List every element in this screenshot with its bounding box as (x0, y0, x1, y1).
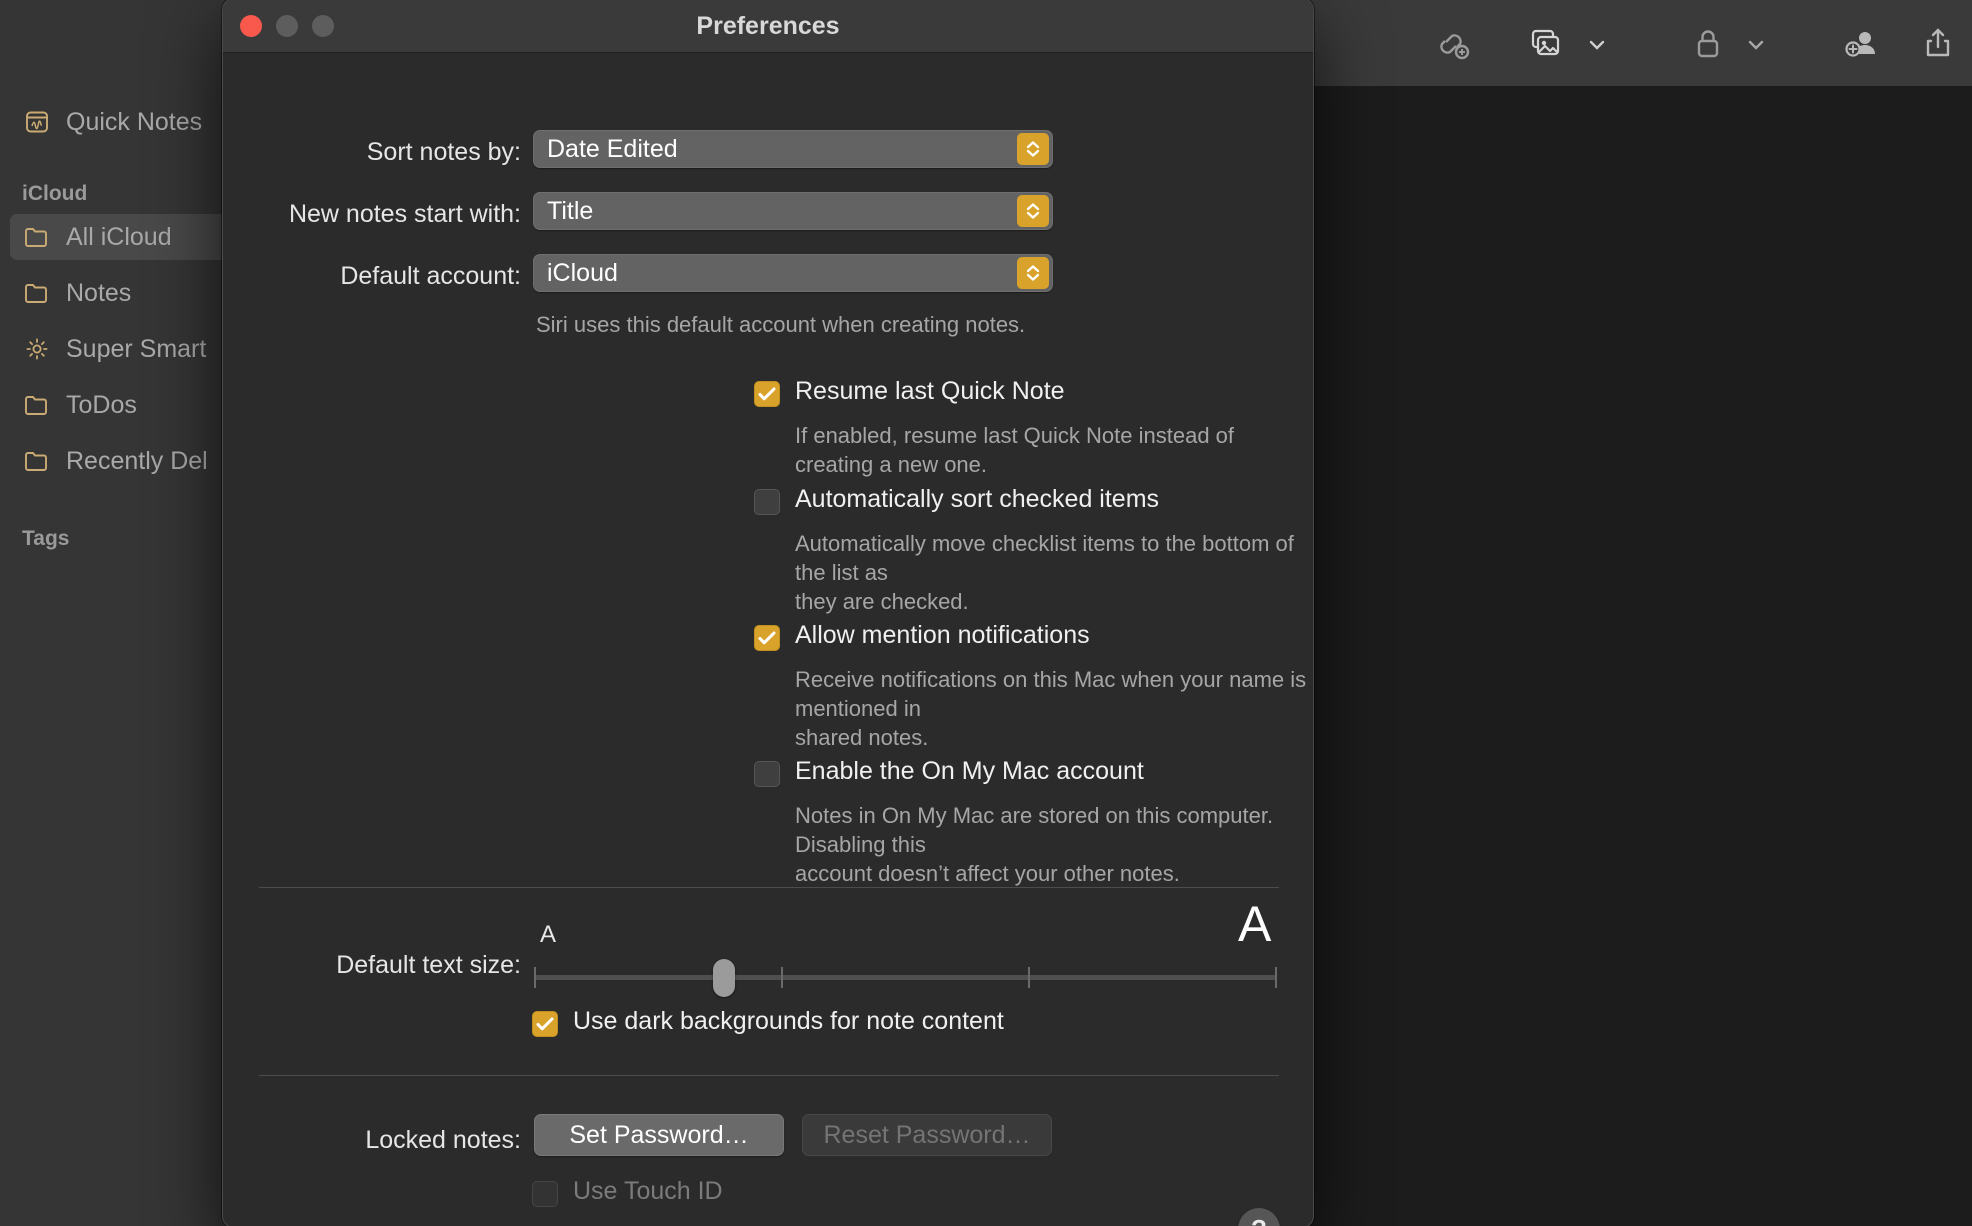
use-touch-id-label: Use Touch ID (573, 1177, 723, 1206)
link-add-icon[interactable] (1430, 20, 1476, 66)
auto-sort-checked-items-checkbox[interactable] (754, 489, 780, 515)
sidebar-item-label: All iCloud (66, 223, 172, 252)
sidebar-item-label: Quick Notes (66, 108, 202, 137)
sidebar-section-tags: Tags (22, 527, 69, 551)
enable-on-my-mac-hint: Notes in On My Mac are stored on this co… (795, 801, 1313, 888)
preferences-dialog: Preferences Sort notes by: Date Edited N… (222, 0, 1314, 1226)
enable-on-my-mac-checkbox[interactable] (754, 761, 780, 787)
default-account-select[interactable]: iCloud (533, 254, 1053, 292)
slider-thumb[interactable] (713, 959, 735, 997)
new-notes-value: Title (547, 197, 593, 226)
slider-tick (1275, 967, 1277, 988)
divider (259, 887, 1279, 888)
new-notes-label: New notes start with: (222, 200, 521, 229)
help-button[interactable]: ? (1238, 1208, 1280, 1226)
default-account-label: Default account: (222, 262, 521, 291)
dialog-titlebar[interactable]: Preferences (223, 0, 1313, 53)
default-text-size-slider[interactable] (534, 975, 1277, 980)
checkmark-icon (532, 1011, 558, 1037)
sort-notes-label: Sort notes by: (222, 138, 521, 167)
use-touch-id-hint: Use your fingerprint to view locked note… (573, 1221, 975, 1226)
chevron-up-down-icon (1017, 257, 1049, 289)
allow-mention-notifications-label: Allow mention notifications (795, 621, 1090, 650)
sidebar-item-label: Notes (66, 279, 131, 308)
auto-sort-checked-items-label: Automatically sort checked items (795, 485, 1159, 514)
text-size-small-marker: A (540, 921, 556, 949)
folder-icon (22, 278, 52, 308)
set-password-button[interactable]: Set Password… (534, 1114, 784, 1156)
media-icon[interactable] (1522, 20, 1568, 66)
auto-sort-checked-items-hint: Automatically move checklist items to th… (795, 529, 1313, 616)
text-size-large-marker: A (1238, 899, 1271, 949)
divider (259, 1075, 1279, 1076)
slider-tick (534, 967, 536, 988)
screen: Quick Notes iCloud All iCloud Notes (0, 0, 1972, 1226)
sort-notes-value: Date Edited (547, 135, 678, 164)
sidebar-section-icloud: iCloud (22, 182, 87, 206)
gear-icon (22, 334, 52, 364)
new-notes-select[interactable]: Title (533, 192, 1053, 230)
lock-icon[interactable] (1685, 20, 1731, 66)
reset-password-button: Reset Password… (802, 1114, 1052, 1156)
allow-mention-notifications-hint: Receive notifications on this Mac when y… (795, 665, 1313, 752)
dialog-title: Preferences (223, 12, 1313, 41)
share-icon[interactable] (1915, 20, 1961, 66)
slider-tick (1028, 967, 1030, 988)
allow-mention-notifications-checkbox[interactable] (754, 625, 780, 651)
folder-icon (22, 390, 52, 420)
chevron-down-icon[interactable] (1745, 34, 1767, 56)
slider-tick (781, 967, 783, 988)
chevron-up-down-icon (1017, 195, 1049, 227)
sidebar-item-label: Super Smart (66, 335, 206, 364)
resume-quick-note-label: Resume last Quick Note (795, 377, 1065, 406)
dialog-body: Sort notes by: Date Edited New notes sta… (223, 53, 1313, 1226)
locked-notes-label: Locked notes: (222, 1126, 521, 1155)
enable-on-my-mac-label: Enable the On My Mac account (795, 757, 1144, 786)
sidebar-item-label: Recently Del (66, 447, 208, 476)
add-person-icon[interactable] (1838, 20, 1884, 66)
chevron-up-down-icon (1017, 133, 1049, 165)
checkmark-icon (754, 625, 780, 651)
chevron-down-icon[interactable] (1586, 34, 1608, 56)
use-touch-id-checkbox (532, 1181, 558, 1207)
folder-icon (22, 446, 52, 476)
dark-backgrounds-label: Use dark backgrounds for note content (573, 1007, 1004, 1036)
default-text-size-label: Default text size: (222, 951, 521, 980)
resume-quick-note-checkbox[interactable] (754, 381, 780, 407)
resume-quick-note-hint: If enabled, resume last Quick Note inste… (795, 421, 1313, 479)
quick-note-icon (22, 107, 52, 137)
dark-backgrounds-checkbox[interactable] (532, 1011, 558, 1037)
sidebar-item-label: ToDos (66, 391, 137, 420)
checkmark-icon (754, 381, 780, 407)
folder-icon (22, 222, 52, 252)
default-account-hint: Siri uses this default account when crea… (536, 310, 1025, 339)
sort-notes-select[interactable]: Date Edited (533, 130, 1053, 168)
default-account-value: iCloud (547, 259, 618, 288)
